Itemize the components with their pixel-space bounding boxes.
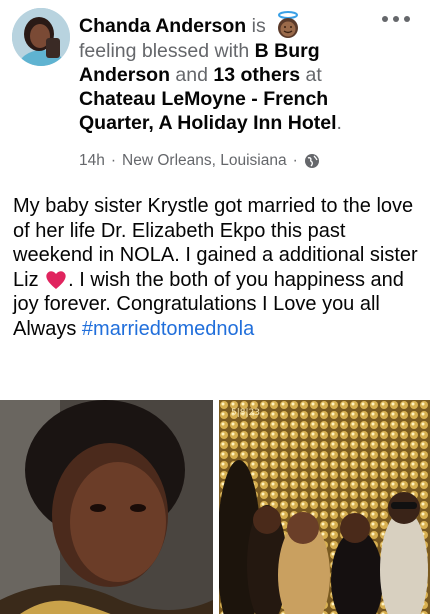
author-name[interactable]: Chanda Anderson xyxy=(79,15,246,37)
post-header: Chanda Anderson is feeling blessed with … xyxy=(0,0,430,180)
and-text: and xyxy=(170,64,214,86)
post-meta: 14h · New Orleans, Louisiana · xyxy=(79,150,320,172)
post-time[interactable]: 14h xyxy=(79,152,105,170)
meta-separator: · xyxy=(292,152,298,169)
photo-right[interactable]: 5|8|23 xyxy=(219,400,430,614)
others-link[interactable]: 13 others xyxy=(213,64,300,86)
globe-icon[interactable] xyxy=(304,153,320,169)
post-body: My baby sister Krystle got married to th… xyxy=(13,194,423,342)
hashtag-link[interactable]: #marriedtomednola xyxy=(82,318,254,340)
meta-separator: · xyxy=(110,152,117,169)
feeling-text: feeling blessed with xyxy=(79,40,255,62)
photo-date-badge: 5|8|23 xyxy=(231,408,260,418)
smiling-face-with-halo-icon xyxy=(278,11,299,38)
post-location[interactable]: New Orleans, Louisiana xyxy=(122,152,287,170)
more-dot-1 xyxy=(382,16,388,22)
period-text: . xyxy=(336,112,342,134)
at-text: at xyxy=(300,64,322,86)
post-header-text: Chanda Anderson is feeling blessed with … xyxy=(79,11,369,135)
more-dot-3 xyxy=(404,16,410,22)
avatar-image xyxy=(12,8,70,66)
more-dot-2 xyxy=(393,16,399,22)
wedding-group-photo-image xyxy=(219,400,430,614)
woman-selfie-image xyxy=(0,400,213,614)
red-heart-icon xyxy=(46,270,66,289)
more-options-button[interactable] xyxy=(382,8,410,30)
place-link[interactable]: Chateau LeMoyne - French Quarter, A Holi… xyxy=(79,88,337,134)
photo-left[interactable] xyxy=(0,400,213,614)
verb-text: is xyxy=(246,15,272,37)
author-avatar[interactable] xyxy=(12,8,70,66)
